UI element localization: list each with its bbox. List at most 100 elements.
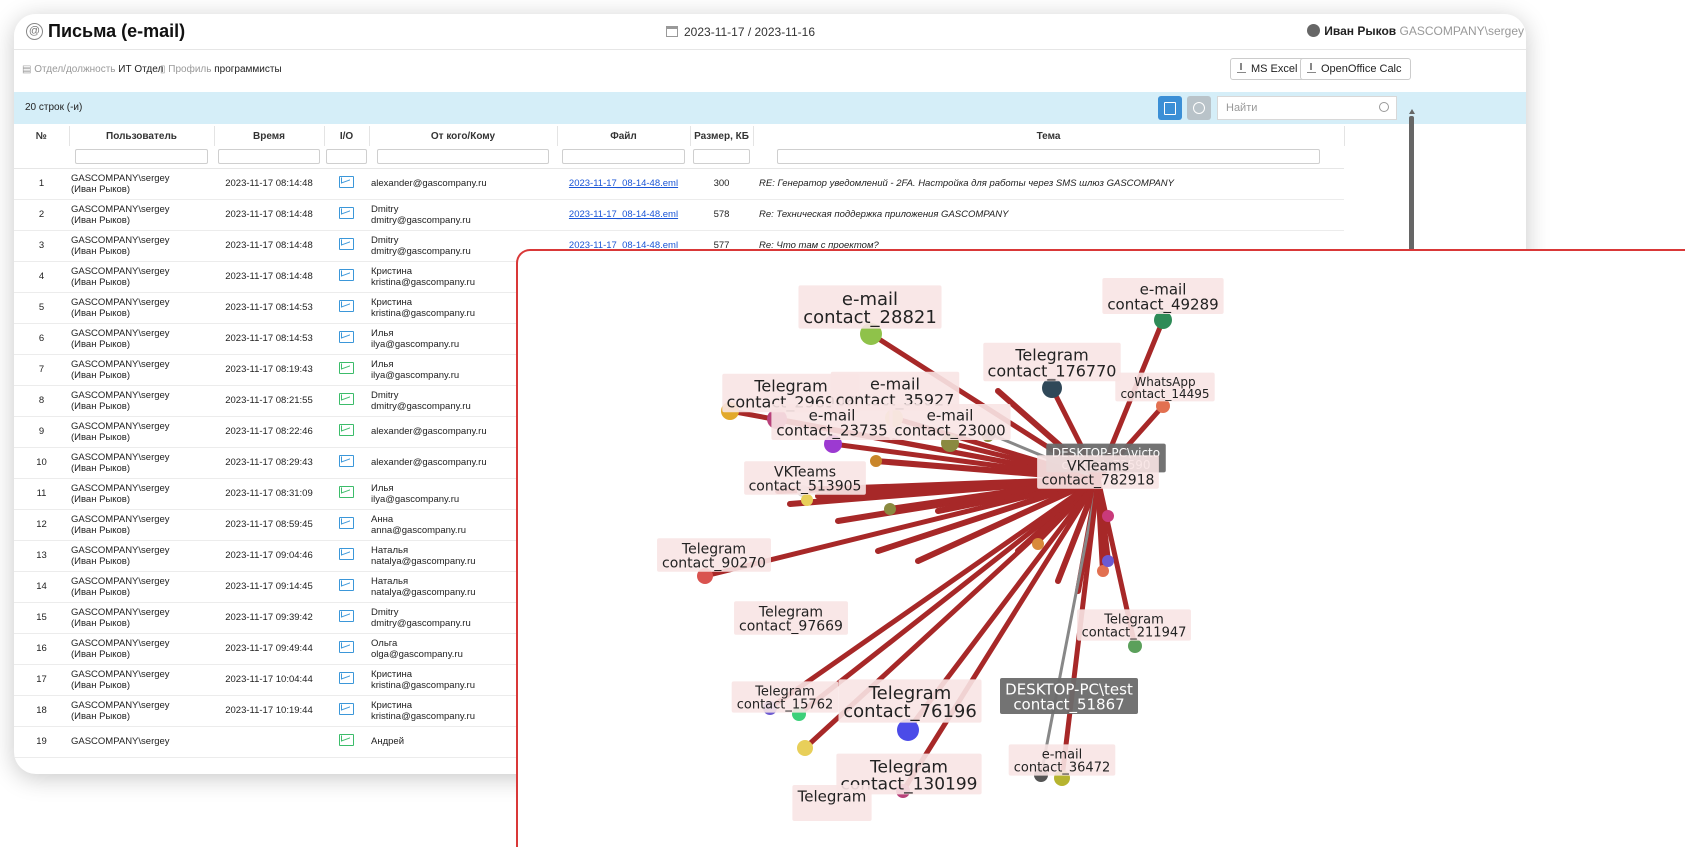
graph-node-label[interactable]: Telegram: [792, 785, 872, 821]
incoming-mail-icon: [339, 672, 354, 684]
graph-node-label[interactable]: DESKTOP-PC\testcontact_51867: [1000, 678, 1138, 715]
graph-node[interactable]: [1032, 538, 1044, 550]
excel-label: MS Excel: [1251, 63, 1298, 75]
column-filter-cell: [69, 146, 214, 169]
search-input[interactable]: Найти: [1217, 96, 1397, 120]
column-filter-cell: [557, 146, 690, 169]
column-header[interactable]: Размер, КБ: [690, 126, 754, 146]
time-cell: 2023-11-17 08:14:48: [214, 199, 324, 231]
column-filter-cell: [369, 146, 557, 169]
column-header[interactable]: От кого/Кому: [369, 126, 558, 146]
scroll-up-arrow-icon[interactable]: [1409, 109, 1415, 114]
graph-node[interactable]: [870, 455, 882, 467]
graph-node[interactable]: [797, 740, 813, 756]
graph-node-label[interactable]: VKTeamscontact_513905: [744, 461, 866, 495]
time-cell: 2023-11-17 08:19:43: [214, 354, 324, 386]
row-number: 15: [14, 602, 69, 634]
user-fullname: (Иван Рыков): [71, 462, 131, 474]
column-filter-input[interactable]: [325, 149, 368, 165]
date-range-text: 2023-11-17 / 2023-11-16: [684, 25, 815, 39]
io-cell: [324, 168, 369, 200]
file-link[interactable]: 2023-11-17_08-14-48.eml: [557, 168, 690, 200]
user-login: GASCOMPANY\sergey: [71, 296, 170, 308]
time-cell: 2023-11-17 08:14:48: [214, 168, 324, 200]
user-fullname: (Иван Рыков): [71, 214, 131, 226]
table-row[interactable]: 1 GASCOMPANY\sergey (Иван Рыков) 2023-11-17…: [14, 168, 1344, 200]
user-login: GASCOMPANY\sergey: [71, 606, 170, 618]
column-filter-input[interactable]: [692, 149, 751, 165]
table-toolbar: 20 строк (-и) Найти: [14, 92, 1526, 124]
row-number: 6: [14, 323, 69, 355]
graph-node-label[interactable]: e-mailcontact_36472: [1008, 744, 1116, 776]
graph-node-label[interactable]: e-mailcontact_23000: [889, 404, 1011, 441]
graph-node[interactable]: [1102, 510, 1114, 522]
graph-center-label[interactable]: VKTeamscontact_782918: [1037, 455, 1159, 489]
export-excel-button[interactable]: MS Excel: [1230, 58, 1307, 80]
column-filter-input[interactable]: [218, 149, 320, 165]
outgoing-mail-icon: [339, 362, 354, 374]
graph-node-label[interactable]: Telegramcontact_15762: [731, 681, 839, 713]
file-link[interactable]: 2023-11-17_08-14-48.eml: [557, 199, 690, 231]
incoming-mail-icon: [339, 238, 354, 250]
current-user[interactable]: Иван Рыков GASCOMPANY\sergey: [1307, 24, 1524, 38]
time-cell: 2023-11-17 10:04:44: [214, 664, 324, 696]
calc-label: OpenOffice Calc: [1321, 63, 1402, 75]
time-cell: 2023-11-17 09:04:46: [214, 540, 324, 572]
column-filter-input[interactable]: [776, 149, 1321, 165]
graph-node-label[interactable]: Telegramcontact_76196: [838, 679, 982, 723]
outgoing-mail-icon: [339, 424, 354, 436]
column-filter-cell: [324, 146, 369, 169]
row-number: 10: [14, 447, 69, 479]
peer-name: Dmitry: [371, 234, 399, 246]
contact-graph[interactable]: e-mailcontact_28821 e-mailcontact_49289 Te…: [518, 251, 1685, 847]
columns-toggle-button[interactable]: [1158, 96, 1182, 120]
time-cell: 2023-11-17 08:59:45: [214, 509, 324, 541]
row-number: 7: [14, 354, 69, 386]
user-fullname: (Иван Рыков): [71, 307, 131, 319]
time-cell: 2023-11-17 08:14:53: [214, 323, 324, 355]
graph-node-label[interactable]: e-mailcontact_23735: [771, 404, 893, 441]
incoming-mail-icon: [339, 331, 354, 343]
column-header[interactable]: №: [14, 126, 70, 146]
column-header[interactable]: I/O: [324, 126, 370, 146]
column-header[interactable]: Файл: [557, 126, 691, 146]
graph-label-text: contact_28821: [803, 307, 937, 328]
graph-node-label[interactable]: Telegramcontact_211947: [1077, 609, 1191, 641]
graph-node-label[interactable]: e-mailcontact_49289: [1102, 278, 1224, 315]
user-fullname: (Иван Рыков): [71, 338, 131, 350]
column-filter-input[interactable]: [562, 149, 685, 165]
incoming-mail-icon: [339, 269, 354, 281]
date-range[interactable]: 2023-11-17 / 2023-11-16: [666, 25, 815, 39]
export-calc-button[interactable]: OpenOffice Calc: [1300, 58, 1411, 80]
graph-node-label[interactable]: Telegramcontact_176770: [983, 342, 1121, 382]
user-cell: GASCOMPANY\sergey (Иван Рыков): [69, 571, 214, 603]
graph-node-label[interactable]: e-mailcontact_28821: [798, 285, 942, 329]
column-header[interactable]: Время: [214, 126, 325, 146]
graph-node[interactable]: [1102, 555, 1114, 567]
graph-node-label[interactable]: Telegramcontact_97669: [734, 601, 848, 635]
size-cell: 300: [690, 168, 753, 200]
table-row[interactable]: 2 GASCOMPANY\sergey (Иван Рыков) 2023-11-17…: [14, 199, 1344, 231]
contact-graph-panel[interactable]: e-mail contact_28821 e-mail contact_49289 Te…: [516, 249, 1685, 847]
reset-button[interactable]: [1187, 96, 1211, 120]
graph-node-label[interactable]: Telegramcontact_90270: [657, 538, 771, 572]
row-number: 11: [14, 478, 69, 510]
graph-node-label[interactable]: WhatsAppcontact_14495: [1115, 372, 1215, 402]
graph-node[interactable]: [801, 494, 813, 506]
graph-node[interactable]: [884, 503, 896, 515]
department-filter[interactable]: ▤ Отдел/должность ИТ Отдел: [22, 64, 163, 75]
row-number: 19: [14, 726, 69, 758]
profile-filter[interactable]: ▯ Профиль программисты: [160, 64, 282, 75]
user-cell: GASCOMPANY\sergey (Иван Рыков): [69, 540, 214, 572]
column-filter-input[interactable]: [74, 149, 209, 165]
column-header[interactable]: Тема: [753, 126, 1345, 146]
incoming-mail-icon: [339, 579, 354, 591]
user-cell: GASCOMPANY\sergey (Иван Рыков): [69, 695, 214, 727]
graph-node[interactable]: [1128, 639, 1142, 653]
column-filter-input[interactable]: [376, 149, 550, 165]
time-cell: 2023-11-17 09:39:42: [214, 602, 324, 634]
calendar-icon: [666, 26, 678, 37]
user-cell: GASCOMPANY\sergey (Иван Рыков): [69, 602, 214, 634]
user-login: GASCOMPANY\sergey: [71, 358, 170, 370]
column-header[interactable]: Пользователь: [69, 126, 215, 146]
